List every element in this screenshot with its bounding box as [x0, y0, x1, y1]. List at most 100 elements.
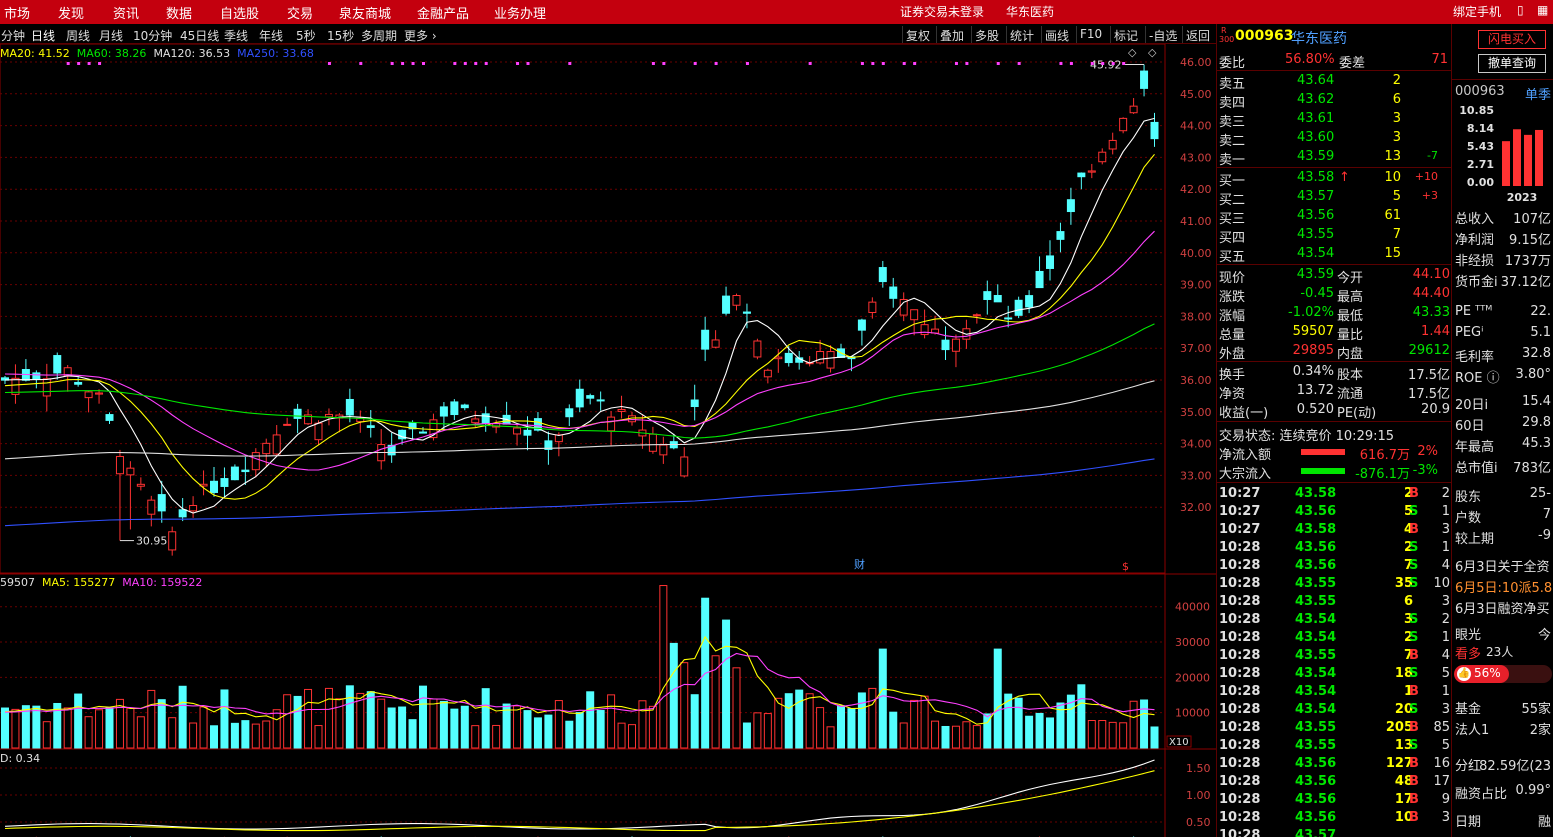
- volume-bar[interactable]: [293, 695, 302, 749]
- stock-name[interactable]: 华东医药: [1291, 28, 1347, 48]
- volume-bar[interactable]: [1098, 720, 1107, 749]
- tool-f10[interactable]: F10: [1076, 26, 1105, 43]
- volume-bar[interactable]: [1077, 684, 1086, 749]
- candle-body[interactable]: [32, 372, 41, 380]
- volume-bar[interactable]: [105, 707, 114, 749]
- candle-body[interactable]: [680, 456, 689, 477]
- candle-body[interactable]: [575, 388, 584, 408]
- volume-bar[interactable]: [95, 709, 104, 749]
- volume-bar[interactable]: [617, 722, 626, 749]
- volume-bar[interactable]: [147, 689, 156, 749]
- candle-body[interactable]: [513, 427, 522, 435]
- period-yearly[interactable]: 年线: [259, 27, 283, 44]
- volume-bar[interactable]: [1035, 712, 1044, 749]
- volume-bar[interactable]: [1150, 726, 1159, 749]
- candle-body[interactable]: [1025, 295, 1034, 308]
- candle-body[interactable]: [366, 425, 375, 428]
- menu-news[interactable]: 资讯: [113, 3, 139, 22]
- candle-body[interactable]: [293, 408, 302, 419]
- volume-bar[interactable]: [32, 705, 41, 749]
- ask-row[interactable]: 卖一 43.59 13 -7: [1217, 148, 1452, 168]
- candle-body[interactable]: [774, 356, 783, 360]
- tool-stats[interactable]: 统计: [1006, 26, 1037, 43]
- menu-watchlist[interactable]: 自选股: [220, 3, 259, 22]
- candle-body[interactable]: [241, 469, 250, 473]
- period-more[interactable]: 更多 ›: [404, 27, 437, 44]
- period-45day[interactable]: 45日线: [180, 27, 219, 44]
- candle-body[interactable]: [617, 409, 626, 412]
- bind-phone-link[interactable]: 绑定手机: [1453, 3, 1501, 20]
- candle-body[interactable]: [471, 418, 480, 424]
- menu-data[interactable]: 数据: [166, 3, 192, 22]
- candle-body[interactable]: [450, 401, 459, 416]
- volume-bar[interactable]: [972, 725, 981, 749]
- volume-bar[interactable]: [868, 687, 877, 749]
- volume-bar[interactable]: [408, 719, 417, 749]
- volume-bar[interactable]: [659, 585, 668, 749]
- period-quarterly[interactable]: 季线: [224, 27, 248, 44]
- tool-adjust[interactable]: 复权: [902, 26, 933, 43]
- volume-bar[interactable]: [1046, 717, 1054, 749]
- kline-chart[interactable]: 46.00 45.00 44.00 43.00 42.00 41.00 40.00 39.00…: [0, 44, 1216, 837]
- volume-bar[interactable]: [126, 707, 135, 749]
- volume-bar[interactable]: [544, 714, 553, 749]
- volume-bar[interactable]: [962, 721, 971, 749]
- candle-body[interactable]: [1035, 270, 1044, 289]
- volume-bar[interactable]: [826, 726, 835, 749]
- volume-bar[interactable]: [899, 722, 908, 749]
- candle-body[interactable]: [596, 399, 605, 402]
- candle-body[interactable]: [1066, 199, 1075, 213]
- candle-body[interactable]: [920, 324, 929, 336]
- candle-body[interactable]: [345, 398, 354, 416]
- candle-body[interactable]: [722, 295, 731, 314]
- volume-bar[interactable]: [565, 720, 574, 749]
- candle-body[interactable]: [523, 429, 532, 436]
- volume-bar[interactable]: [910, 699, 919, 749]
- candle-body[interactable]: [1014, 299, 1023, 316]
- volume-bar[interactable]: [1108, 721, 1117, 749]
- candle-body[interactable]: [1087, 170, 1096, 173]
- menu-mall[interactable]: 泉友商城: [339, 3, 391, 22]
- volume-bar[interactable]: [74, 693, 83, 749]
- candle-body[interactable]: [314, 422, 323, 441]
- volume-bar[interactable]: [1119, 722, 1128, 749]
- volume-bar[interactable]: [784, 693, 793, 749]
- ask-row[interactable]: 卖五 43.64 2: [1217, 72, 1452, 92]
- period-10min[interactable]: 10分钟: [133, 27, 172, 44]
- volume-bar[interactable]: [554, 700, 563, 749]
- tool-overlay[interactable]: 叠加: [936, 26, 967, 43]
- volume-bar[interactable]: [481, 688, 490, 749]
- volume-bar[interactable]: [471, 725, 480, 749]
- candle-body[interactable]: [210, 480, 218, 493]
- candle-body[interactable]: [136, 483, 145, 487]
- volume-bar[interactable]: [11, 708, 20, 749]
- volume-bar[interactable]: [837, 705, 845, 749]
- volume-bar[interactable]: [304, 688, 313, 749]
- candle-body[interactable]: [105, 414, 114, 421]
- volume-bar[interactable]: [492, 724, 501, 749]
- period-daily[interactable]: 日线: [31, 27, 55, 44]
- candle-body[interactable]: [607, 416, 616, 432]
- volume-bar[interactable]: [742, 722, 751, 749]
- candle-body[interactable]: [460, 404, 469, 409]
- candle-body[interactable]: [1098, 151, 1107, 163]
- period-minute[interactable]: 分钟: [1, 27, 25, 44]
- login-status[interactable]: 证券交易未登录: [900, 3, 984, 20]
- candle-body[interactable]: [1056, 231, 1065, 240]
- candle-body[interactable]: [1140, 70, 1149, 89]
- candle-body[interactable]: [230, 466, 239, 481]
- tool-multistock[interactable]: 多股: [971, 26, 1002, 43]
- candle-body[interactable]: [178, 509, 187, 518]
- candle-body[interactable]: [1077, 172, 1086, 178]
- volume-bar[interactable]: [251, 723, 260, 749]
- candle-body[interactable]: [1129, 105, 1138, 114]
- volume-bar[interactable]: [690, 694, 699, 749]
- menu-discover[interactable]: 发现: [58, 3, 84, 22]
- volume-bar[interactable]: [398, 706, 407, 749]
- volume-bar[interactable]: [178, 685, 187, 749]
- volume-bar[interactable]: [189, 722, 198, 749]
- tool-remove-watchlist[interactable]: -自选: [1145, 26, 1180, 43]
- candle-body[interactable]: [753, 340, 762, 358]
- volume-bar[interactable]: [1014, 697, 1023, 749]
- bid-row[interactable]: 买二 43.57 5 +3: [1217, 188, 1452, 208]
